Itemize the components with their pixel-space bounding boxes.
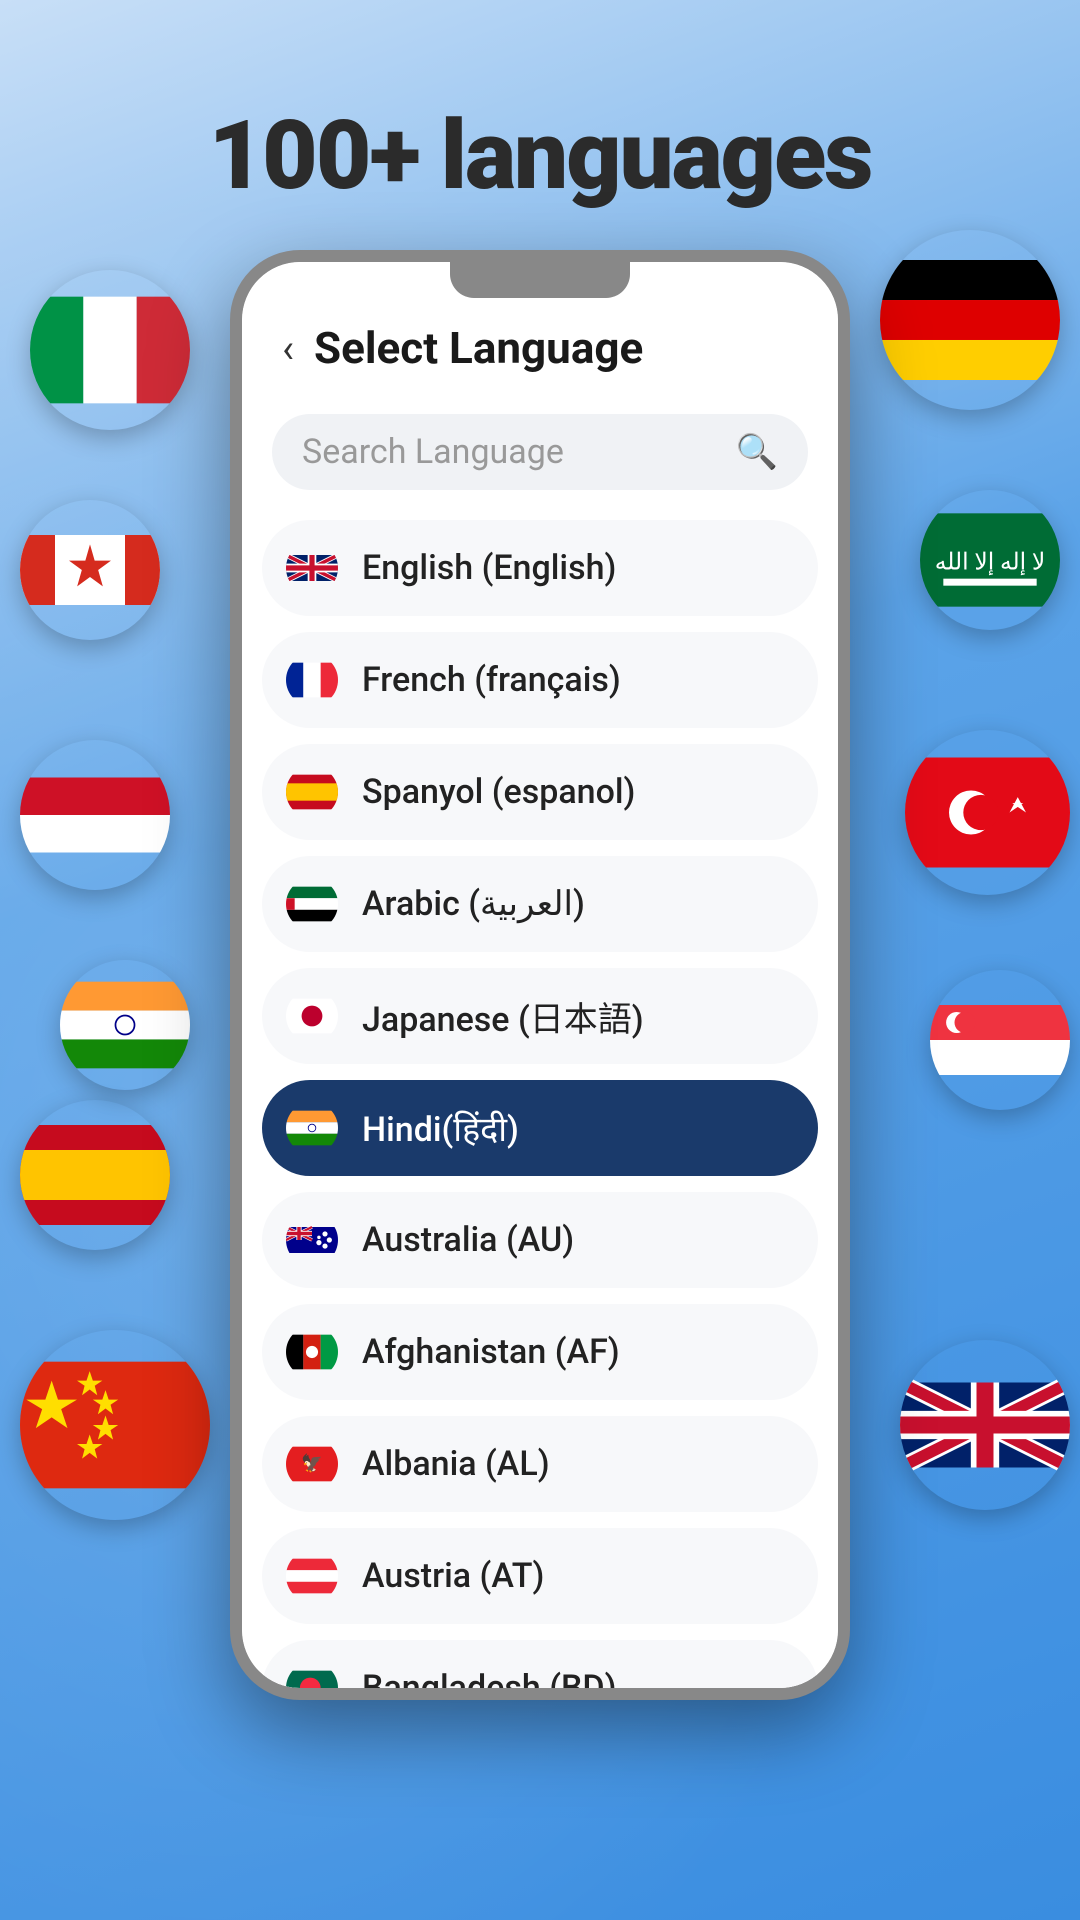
language-item-hindi[interactable]: Hindi(हिंदी) <box>262 1080 818 1176</box>
language-item-bangladesh[interactable]: Bangladesh (BD) <box>262 1640 818 1688</box>
language-name-japanese: Japanese (日本語) <box>362 992 644 1041</box>
flag-australia <box>286 1214 338 1266</box>
flag-albania: 🦅 <box>286 1438 338 1490</box>
language-name-albania: Albania (AL) <box>362 1444 550 1484</box>
flag-germany <box>880 230 1060 410</box>
flag-canada <box>20 500 160 640</box>
hero-title: 100+ languages <box>0 100 1080 212</box>
language-list: English (English) French (français) Spanyo… <box>242 510 838 1688</box>
flag-turkey <box>905 730 1070 895</box>
flag-spanish <box>286 766 338 818</box>
language-name-afghanistan: Afghanistan (AF) <box>362 1332 620 1372</box>
language-name-english: English (English) <box>362 548 616 588</box>
flag-japanese <box>286 990 338 1042</box>
language-item-albania[interactable]: 🦅 Albania (AL) <box>262 1416 818 1512</box>
page-title: Select Language <box>314 322 643 374</box>
flag-bangladesh <box>286 1662 338 1688</box>
flag-afghanistan <box>286 1326 338 1378</box>
language-name-spanish: Spanyol (espanol) <box>362 772 635 812</box>
language-name-french: French (français) <box>362 660 621 700</box>
flag-singapore <box>930 970 1070 1110</box>
language-name-austria: Austria (AT) <box>362 1556 544 1596</box>
language-item-english[interactable]: English (English) <box>262 520 818 616</box>
flag-uk <box>900 1340 1070 1510</box>
search-bar[interactable]: Search Language 🔍 <box>272 414 808 490</box>
phone-notch <box>450 262 630 298</box>
flag-spain <box>20 1100 170 1250</box>
language-item-austria[interactable]: Austria (AT) <box>262 1528 818 1624</box>
flag-india <box>286 1102 338 1154</box>
language-name-hindi: Hindi(हिंदी) <box>362 1105 519 1151</box>
language-item-arabic[interactable]: Arabic (العربية) <box>262 856 818 952</box>
language-name-bangladesh: Bangladesh (BD) <box>362 1668 617 1688</box>
back-button[interactable]: ‹ <box>282 325 294 372</box>
search-input[interactable]: Search Language <box>302 432 720 472</box>
flag-india <box>60 960 190 1090</box>
language-name-arabic: Arabic (العربية) <box>362 884 585 924</box>
flag-french <box>286 654 338 706</box>
flag-indonesia <box>20 740 170 890</box>
flag-italy <box>30 270 190 430</box>
flag-saudi: لا إله إلا الله <box>920 490 1060 630</box>
language-item-japanese[interactable]: Japanese (日本語) <box>262 968 818 1064</box>
svg-text:🦅: 🦅 <box>301 1452 323 1474</box>
language-item-australia[interactable]: Australia (AU) <box>262 1192 818 1288</box>
language-item-spanish[interactable]: Spanyol (espanol) <box>262 744 818 840</box>
flag-arabic <box>286 878 338 930</box>
phone-mockup: ‹ Select Language Search Language 🔍 Engl… <box>230 250 850 1700</box>
phone-inner: ‹ Select Language Search Language 🔍 Engl… <box>242 262 838 1688</box>
search-container: Search Language 🔍 <box>242 404 838 510</box>
language-item-afghanistan[interactable]: Afghanistan (AF) <box>262 1304 818 1400</box>
language-name-australia: Australia (AU) <box>362 1220 574 1260</box>
flag-austria <box>286 1550 338 1602</box>
language-item-french[interactable]: French (français) <box>262 632 818 728</box>
flag-english <box>286 542 338 594</box>
flag-china <box>20 1330 210 1520</box>
search-icon: 🔍 <box>736 432 778 472</box>
svg-text:لا إله إلا الله: لا إله إلا الله <box>935 549 1046 576</box>
